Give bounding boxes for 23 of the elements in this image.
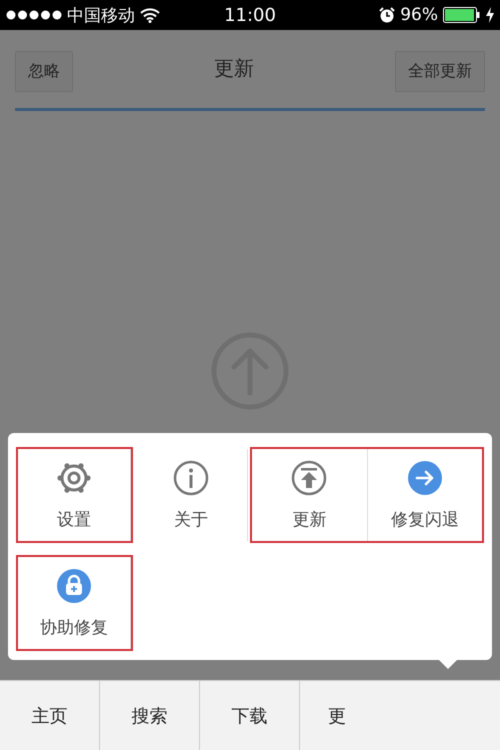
menu-item[interactable]: 协助修复	[18, 557, 131, 649]
signal-icon	[6, 10, 62, 20]
update-all-button[interactable]: 全部更新	[395, 50, 485, 92]
info-icon	[173, 460, 209, 496]
upload-icon	[291, 460, 328, 496]
carrier-name: 中国移动	[67, 4, 135, 26]
menu-item[interactable]: 设置	[18, 449, 131, 541]
page-title: 更新	[213, 54, 255, 82]
clock-time: 11:00	[224, 4, 276, 26]
menu-item[interactable]: 关于	[135, 449, 248, 541]
battery-icon	[443, 7, 481, 23]
menu-item[interactable]: 更新	[252, 449, 368, 541]
tab-item[interactable]: 主页	[0, 681, 100, 750]
battery-percent: 96%	[400, 5, 438, 25]
tab-item[interactable]: 更	[300, 681, 400, 750]
tab-item[interactable]: 下载	[200, 681, 300, 750]
charging-icon	[486, 7, 494, 23]
tab-item[interactable]: 搜索	[100, 681, 200, 750]
menu-item[interactable]: 修复闪退	[368, 449, 482, 541]
alarm-icon	[379, 7, 396, 23]
medical-kit-icon	[56, 568, 92, 604]
ignore-button[interactable]: 忽略	[15, 50, 73, 92]
wifi-icon	[140, 8, 160, 22]
